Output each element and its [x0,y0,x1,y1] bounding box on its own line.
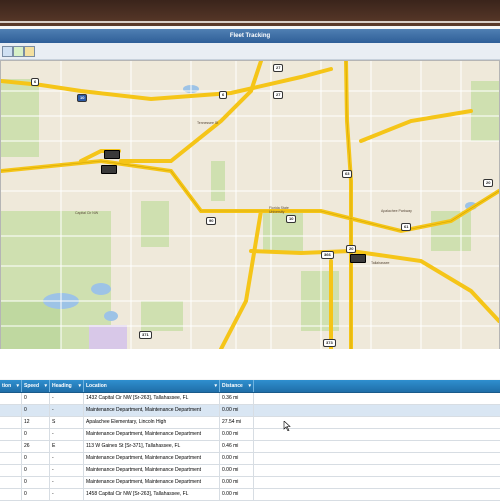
route-shield: 20 [483,179,494,187]
table-row[interactable]: 0-1458 Capital Cir NW [Sr-263], Tallahas… [0,489,500,501]
cell-distance: 0.00 mi [220,465,254,476]
cell-speed: 12 [22,417,50,428]
cell-heading: E [50,441,84,452]
cell-heading: - [50,429,84,440]
vehicle-marker-icon[interactable] [350,254,366,263]
table-row[interactable]: 0-1432 Capital Cir NW [Sr-263], Tallahas… [0,393,500,405]
cell-heading: - [50,477,84,488]
table-row[interactable]: 0- Maintenance Department, Maintenance De… [0,405,500,417]
cell-c0 [0,429,22,440]
cell-c0 [0,477,22,488]
vehicle-grid: tion ▾ Speed ▾ Heading ▾ Location ▾ Distance… [0,380,500,501]
top-banner [0,0,500,26]
route-shield: 373 [323,339,336,347]
cell-location: 1458 Capital Cir NW [Sr-263], Tallahasse… [84,489,220,500]
vehicle-marker-icon[interactable] [101,165,117,174]
place-label: Tallahassee [371,261,390,265]
route-shield: 20 [346,245,357,253]
table-row[interactable]: 0- Maintenance Department, Maintenance De… [0,477,500,489]
cell-distance: 0.00 mi [220,453,254,464]
route-shield: 63 [342,170,353,178]
cell-heading: - [50,489,84,500]
cell-speed: 0 [22,393,50,404]
mouse-cursor-icon [283,421,291,431]
cell-location: Maintenance Department, Maintenance Depa… [84,405,220,416]
table-row[interactable]: 0- Maintenance Department, Maintenance De… [0,429,500,441]
cell-distance: 0.00 mi [220,429,254,440]
grid-header: tion ▾ Speed ▾ Heading ▾ Location ▾ Distance… [0,380,500,393]
route-shield: 6 [31,78,40,86]
route-shield: 6 [219,91,228,99]
cell-distance: 0.00 mi [220,405,254,416]
cell-location: Maintenance Department, Maintenance Depa… [84,477,220,488]
place-label: Capital Cir NW [75,211,99,215]
table-row[interactable]: 26 E 113 W Gaines St [Sr-371], Tallahassee… [0,441,500,453]
map-toolbar [0,43,500,60]
cell-location: 113 W Gaines St [Sr-371], Tallahassee, F… [84,441,220,452]
cell-distance: 0.00 mi [220,489,254,500]
col-header-distance[interactable]: Distance ▾ [220,380,254,392]
col-header-location[interactable]: Location ▾ [84,380,220,392]
cell-distance: 0.00 mi [220,477,254,488]
route-shield: 27 [273,91,284,99]
route-shield: 366 [321,251,334,259]
cell-distance: 0.36 mi [220,393,254,404]
cell-location: Maintenance Department, Maintenance Depa… [84,453,220,464]
cell-speed: 0 [22,489,50,500]
cell-location: Maintenance Department, Maintenance Depa… [84,429,220,440]
cell-heading: - [50,465,84,476]
settings-icon[interactable] [24,46,35,57]
cell-distance: 27.54 mi [220,417,254,428]
route-shield: 61 [401,223,412,231]
route-shield: 10 [286,215,297,223]
cell-c0 [0,393,22,404]
cell-speed: 0 [22,429,50,440]
col-header-heading[interactable]: Heading ▾ [50,380,84,392]
cell-c0 [0,441,22,452]
route-shield: 27 [273,64,284,72]
place-label: Tennessee St [197,121,219,125]
cell-c0 [0,405,22,416]
window-title: Fleet Tracking [0,29,500,43]
cell-c0 [0,417,22,428]
vehicle-marker-icon[interactable] [104,150,120,159]
cell-location: Apalachee Elementary, Lincoln High [84,417,220,428]
col-header-speed[interactable]: Speed ▾ [22,380,50,392]
cell-heading: - [50,393,84,404]
table-row[interactable]: 12 S Apalachee Elementary, Lincoln High 27.… [0,417,500,429]
place-label: Florida State University [269,206,289,214]
route-shield: 10 [77,94,88,102]
col-header-location-partial[interactable]: tion ▾ [0,380,22,392]
cell-c0 [0,465,22,476]
cell-heading: S [50,417,84,428]
zoom-icon[interactable] [2,46,13,57]
place-label: Apalachee Parkway [381,209,412,213]
map-canvas [1,61,499,349]
map-footer [0,349,500,379]
layer-icon[interactable] [13,46,24,57]
route-shield: 371 [139,331,152,339]
route-shield: 90 [206,217,217,225]
cell-speed: 0 [22,465,50,476]
cell-speed: 26 [22,441,50,452]
cell-speed: 0 [22,453,50,464]
cell-location: Maintenance Department, Maintenance Depa… [84,465,220,476]
cell-c0 [0,453,22,464]
cell-speed: 0 [22,405,50,416]
cell-distance: 0.46 mi [220,441,254,452]
table-row[interactable]: 0- Maintenance Department, Maintenance De… [0,453,500,465]
cell-c0 [0,489,22,500]
cell-speed: 0 [22,477,50,488]
map-view[interactable]: 6 10 27 6 27 63 10 90 20 61 366 373 371 … [0,60,500,350]
cell-heading: - [50,405,84,416]
cell-location: 1432 Capital Cir NW [Sr-263], Tallahasse… [84,393,220,404]
table-row[interactable]: 0- Maintenance Department, Maintenance De… [0,465,500,477]
cell-heading: - [50,453,84,464]
